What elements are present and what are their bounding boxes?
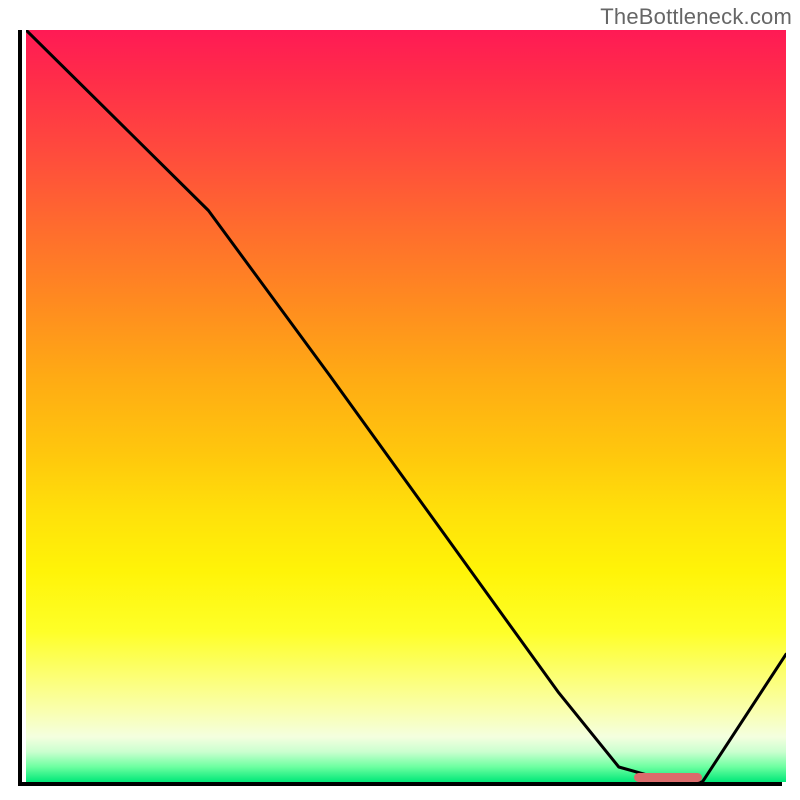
curve-layer (26, 30, 786, 782)
plot-area (26, 30, 786, 782)
bottleneck-curve (26, 30, 786, 782)
chart-root: TheBottleneck.com (0, 0, 800, 800)
plot-frame (18, 30, 782, 786)
attribution-text: TheBottleneck.com (600, 4, 792, 30)
optimal-range-marker (634, 773, 702, 782)
